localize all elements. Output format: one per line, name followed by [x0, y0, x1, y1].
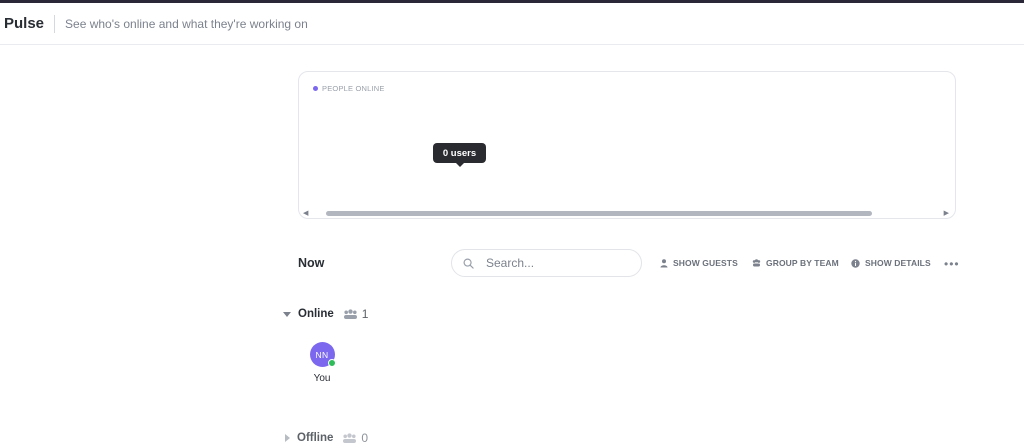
- online-group-label: Online: [298, 308, 334, 320]
- caret-down-icon: [283, 311, 291, 317]
- show-details-button[interactable]: SHOW DETAILS: [851, 258, 931, 268]
- chart-tooltip: 0 users: [433, 143, 486, 167]
- team-icon: [752, 259, 761, 267]
- page-header: Pulse See who's online and what they're …: [0, 3, 1024, 45]
- legend-label: PEOPLE ONLINE: [322, 84, 385, 93]
- search-input[interactable]: [486, 256, 626, 270]
- online-group-header[interactable]: Online 1: [283, 306, 368, 322]
- offline-group-header[interactable]: Offline 0: [283, 430, 368, 446]
- show-details-label: SHOW DETAILS: [865, 258, 931, 268]
- people-icon: [343, 433, 357, 443]
- chart-scrollbar[interactable]: ◀ ▶: [299, 208, 955, 218]
- page-title: Pulse: [4, 15, 45, 32]
- user-label: You: [313, 373, 331, 384]
- chart-legend: PEOPLE ONLINE: [313, 84, 385, 93]
- search-box[interactable]: [451, 249, 642, 277]
- avatar-initials: NN: [315, 349, 329, 360]
- scroll-left-arrow-icon[interactable]: ◀: [303, 209, 308, 217]
- group-by-team-label: GROUP BY TEAM: [766, 258, 839, 268]
- show-guests-label: SHOW GUESTS: [673, 258, 738, 268]
- offline-group-label: Offline: [297, 432, 334, 444]
- page-subtitle: See who's online and what they're workin…: [65, 16, 308, 31]
- now-heading: Now: [298, 256, 325, 270]
- caret-right-icon: [285, 434, 290, 442]
- search-icon: [463, 258, 474, 269]
- people-icon: [343, 309, 357, 319]
- user-icon: [660, 258, 668, 267]
- hour-axis: 12am1am2am3am4am5am6am7am8am9am10am11am1…: [300, 188, 954, 202]
- offline-count: 0: [361, 431, 369, 445]
- scroll-right-arrow-icon[interactable]: ▶: [944, 209, 949, 217]
- user-card[interactable]: NN You: [304, 342, 340, 384]
- header-divider: [54, 14, 56, 33]
- group-by-team-button[interactable]: GROUP BY TEAM: [752, 258, 839, 268]
- scroll-thumb[interactable]: [326, 211, 872, 216]
- legend-dot: [313, 86, 318, 91]
- now-toolbar: Now SHOW GUESTS GROUP BY TEAM SHOW DETAI…: [298, 249, 960, 277]
- online-status-dot: [327, 359, 336, 367]
- info-icon: [851, 258, 860, 268]
- people-online-chart: PEOPLE ONLINE 0 users 12am1am2am3am4am5a…: [298, 71, 956, 219]
- avatar[interactable]: NN: [309, 342, 336, 367]
- more-options-icon[interactable]: •••: [944, 257, 960, 271]
- show-guests-button[interactable]: SHOW GUESTS: [660, 258, 738, 268]
- online-count: 1: [361, 307, 369, 321]
